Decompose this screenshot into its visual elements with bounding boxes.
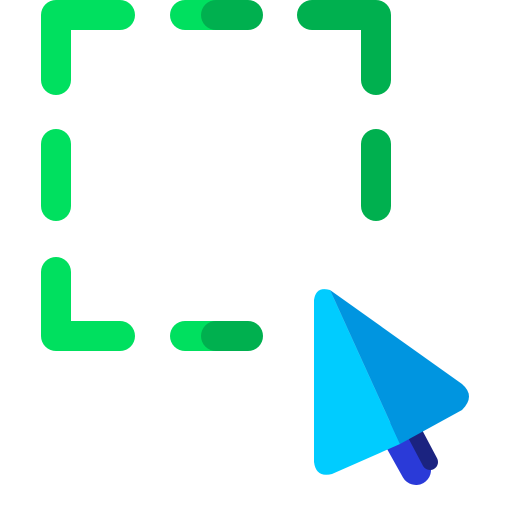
corner-bottom-left <box>41 257 135 351</box>
select-area-icon <box>41 0 469 485</box>
corner-top-left <box>41 0 135 95</box>
cursor-pointer <box>314 289 469 485</box>
corner-top-right <box>297 0 391 95</box>
selection-frame <box>41 0 391 351</box>
